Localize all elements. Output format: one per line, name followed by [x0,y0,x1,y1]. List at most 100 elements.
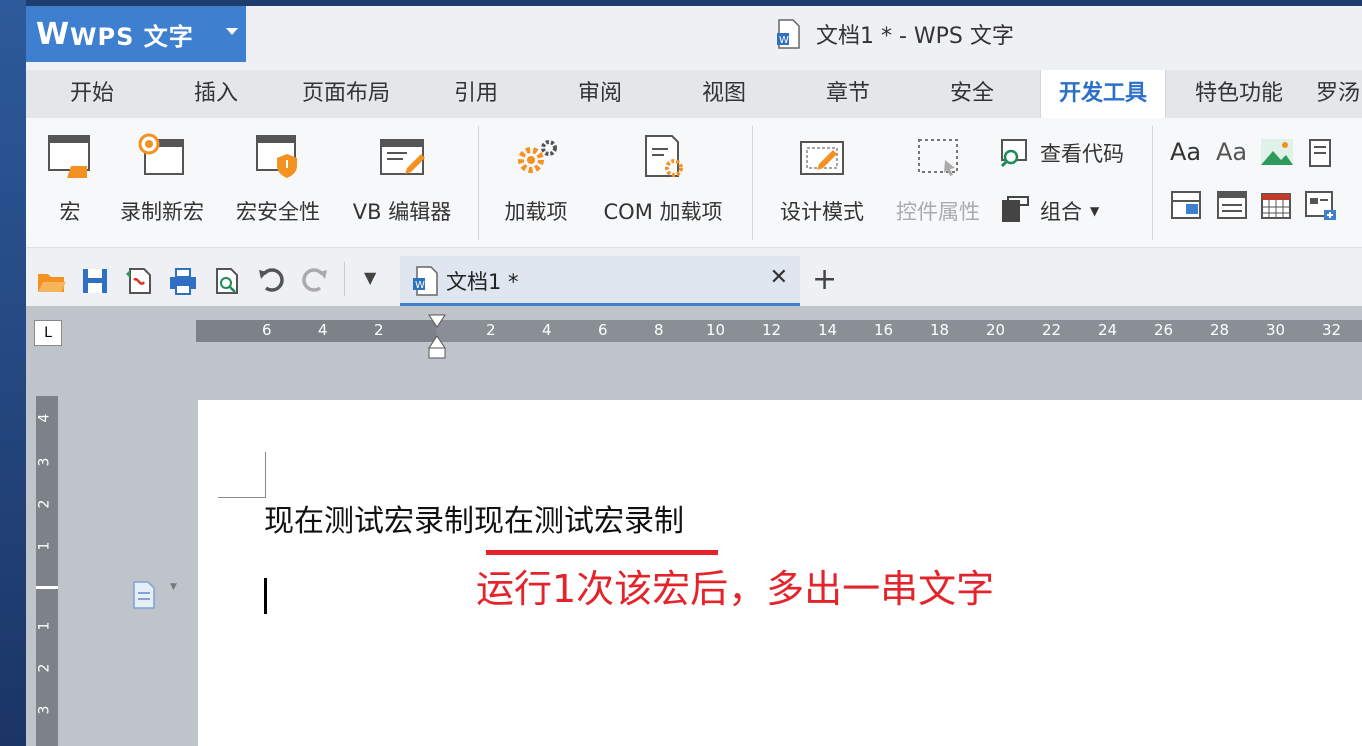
tab-chapter[interactable]: 章节 [802,70,894,118]
tab-security[interactable]: 安全 [926,70,1018,118]
ruler-tick-label: 4 [36,413,53,423]
wps-window: W WPS 文字 W 文档1 * - WPS 文字 开始 插入 页面布局 引用 … [26,6,1362,746]
save-icon[interactable] [80,266,110,296]
horizontal-ruler[interactable]: 6 4 2 2 4 6 8 10 12 14 16 18 20 22 24 26… [196,320,1362,342]
control-properties-button[interactable]: 控件属性 [886,118,990,228]
building-block-icon[interactable] [1306,138,1336,168]
ruler-tick-label: 28 [1210,321,1230,339]
new-tab-plus-icon[interactable]: + [812,262,837,297]
tab-view[interactable]: 视图 [678,70,770,118]
chevron-down-icon [226,28,238,35]
ruler-tick-label: 8 [654,321,664,339]
close-icon[interactable]: ✕ [770,265,788,290]
tab-insert[interactable]: 插入 [170,70,262,118]
record-macro-icon [138,133,184,175]
vertical-ruler[interactable]: 4 3 2 1 1 2 3 [36,396,58,746]
vb-editor-label: VB 编辑器 [352,200,452,224]
print-preview-icon[interactable] [212,266,242,296]
ruler-tick-label: 2 [36,663,53,673]
ruler-tick-label: 18 [930,321,950,339]
app-menu-button[interactable]: W WPS 文字 [26,6,246,62]
undo-icon[interactable] [256,266,286,296]
document-text-line[interactable]: 现在测试宏录制现在测试宏录制 [264,496,684,540]
margin-corner-mark [218,452,266,498]
design-mode-label: 设计模式 [780,200,864,224]
ruler-tick-label: 22 [1042,321,1062,339]
window-title-text: 文档1 * - WPS 文字 [816,24,1014,49]
ruler-tick-label: 14 [818,321,838,339]
combobox-control-icon[interactable] [1170,190,1202,220]
record-macro-label: 录制新宏 [120,200,204,224]
ruler-tick-label: 32 [1322,321,1342,339]
export-pdf-icon[interactable] [124,266,154,296]
vb-editor-button[interactable]: VB 编辑器 [344,118,460,228]
control-properties-icon [918,139,958,176]
tab-more[interactable]: 罗汤 [1316,70,1362,118]
ruler-tick-label: 12 [762,321,782,339]
ruler-tick-label: 1 [36,621,53,631]
app-name: WPS 文字 [70,22,194,51]
tab-special-features[interactable]: 特色功能 [1176,70,1302,118]
open-folder-icon[interactable] [36,266,66,296]
addins-button[interactable]: 加载项 [496,118,576,228]
print-icon[interactable] [168,266,198,296]
document-icon: W [777,19,800,49]
record-macro-button[interactable]: 录制新宏 [112,118,212,228]
ribbon-tabs: 开始 插入 页面布局 引用 审阅 视图 章节 安全 开发工具 特色功能 罗汤 [26,70,1362,118]
tab-stop-selector[interactable]: L [34,320,62,346]
plain-text-control-button[interactable]: Aa [1216,138,1247,166]
com-addins-button[interactable]: COM 加载项 [590,118,736,228]
ribbon-separator [478,126,479,240]
document-workspace: L 6 4 2 2 4 6 8 10 12 14 16 18 20 22 24 … [26,306,1362,746]
tab-page-layout[interactable]: 页面布局 [288,70,404,118]
wps-logo-icon: W [36,16,70,52]
highlight-underline [486,550,718,555]
redo-icon[interactable] [300,266,330,296]
ruler-tick-label: 20 [986,321,1006,339]
ruler-tick-label: 6 [598,321,608,339]
com-addins-icon [645,135,683,177]
title-bar: W WPS 文字 W 文档1 * - WPS 文字 [26,6,1362,62]
indent-marker[interactable] [428,314,446,360]
macro-button[interactable]: 宏 [40,118,100,228]
macro-security-label: 宏安全性 [236,200,320,224]
macro-security-button[interactable]: 宏安全性 [226,118,330,228]
ruler-tick-label: 24 [1098,321,1118,339]
ruler-tick-label: 3 [36,705,53,715]
ruler-tick-label: 1 [36,541,53,551]
dropdown-control-icon[interactable] [1216,190,1248,220]
group-icon [1002,196,1029,222]
chevron-down-icon: ▼ [1090,204,1100,218]
tab-references[interactable]: 引用 [430,70,522,118]
group-label: 组合 [1040,200,1082,224]
tab-start[interactable]: 开始 [46,70,138,118]
text-cursor [264,578,267,614]
shield-icon [256,135,297,178]
ruler-margin-marker [36,586,58,589]
tab-developer[interactable]: 开发工具 [1040,70,1166,118]
ruler-tick-label: 10 [706,321,726,339]
chevron-down-icon[interactable]: ▼ [170,582,177,592]
ruler-tick-label: 2 [374,321,384,339]
ruler-tick-label: 4 [318,321,328,339]
checkbox-control-icon[interactable] [1304,190,1338,222]
view-code-button[interactable]: 查看代码 [1000,138,1124,168]
document-tab[interactable]: W 文档1 * ✕ [400,256,800,306]
svg-text:W: W [779,35,789,46]
customize-toolbar-chevron-icon[interactable]: ▼ [364,268,376,287]
quick-access-toolbar: ▼ W 文档1 * ✕ + [26,250,1362,306]
tab-review[interactable]: 审阅 [554,70,646,118]
picture-control-icon[interactable] [1260,138,1294,166]
group-button[interactable]: 组合 ▼ [1000,196,1099,226]
window-title: W 文档1 * - WPS 文字 [776,16,1014,52]
date-picker-icon[interactable] [1260,190,1292,220]
ruler-tick-label: 3 [36,457,53,467]
desktop-edge [0,0,26,746]
design-mode-icon [800,141,844,175]
vb-editor-icon [380,139,425,175]
view-code-label: 查看代码 [1040,142,1124,166]
paragraph-layout-icon[interactable] [132,580,158,610]
rich-text-control-button[interactable]: Aa [1170,138,1201,166]
toolbar-separator [344,262,345,296]
design-mode-button[interactable]: 设计模式 [770,118,874,228]
